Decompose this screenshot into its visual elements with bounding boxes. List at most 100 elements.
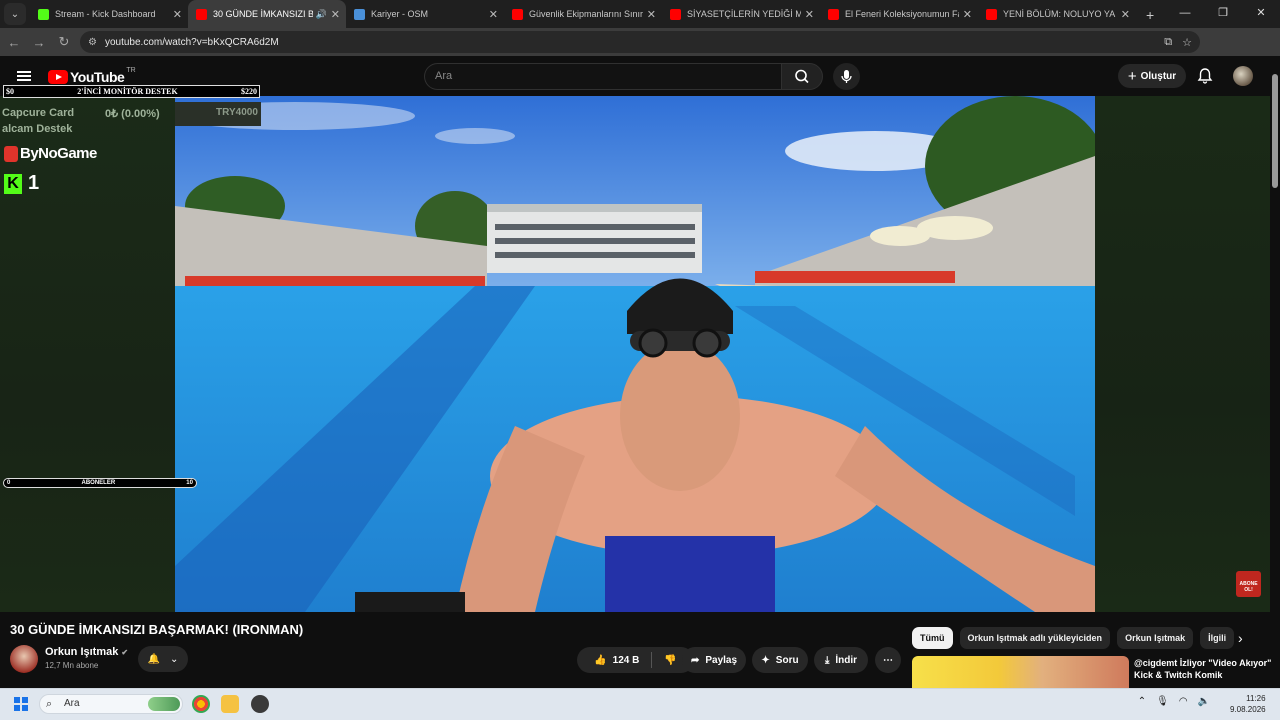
video-player[interactable] — [175, 96, 1095, 612]
capture-card-goal-label: Capcure Card — [2, 107, 75, 119]
address-bar[interactable]: ⚙ youtube.com/watch?v=bKxQCRA6d2M ⧉ ☆ — [80, 31, 1200, 53]
url-text: youtube.com/watch?v=bKxQCRA6d2M — [104, 36, 279, 48]
clock-date: 9.08.2026 — [1230, 705, 1266, 714]
kick-favicon-icon — [38, 8, 49, 20]
chevron-down-icon: ⌄ — [170, 653, 179, 665]
restore-icon[interactable]: ❐ — [1204, 0, 1242, 28]
create-button[interactable]: + Oluştur — [1118, 64, 1186, 88]
tab-title: El Feneri Koleksiyonumun Favori — [845, 9, 959, 19]
sponsor-logo: ByNoGame — [4, 145, 97, 162]
tab-search-menu-icon[interactable]: ⌄ — [4, 3, 26, 25]
chrome-icon[interactable] — [192, 695, 210, 713]
close-tab-icon[interactable]: ✕ — [173, 8, 182, 21]
page-scrollbar-thumb[interactable] — [1272, 74, 1278, 188]
close-tab-icon[interactable]: ✕ — [331, 8, 340, 21]
account-avatar[interactable] — [1233, 66, 1253, 86]
tab-title: Stream - Kick Dashboard — [55, 9, 156, 19]
reload-icon[interactable]: ↻ — [53, 34, 75, 50]
verified-badge-icon: ✔ — [121, 648, 129, 657]
subs-start: 0 — [7, 480, 11, 486]
video-frame-image — [175, 96, 1095, 612]
forward-arrow-icon[interactable]: → — [28, 35, 50, 50]
youtube-favicon-icon — [512, 8, 523, 20]
browser-tab-guvenlik[interactable]: Güvenlik Ekipmanlarını Sınırlandırma ✕ — [504, 0, 662, 28]
youtube-logo[interactable]: YouTube TR — [48, 66, 136, 85]
subscriber-goal-bar: 0 ABONELER 10 — [3, 478, 197, 488]
chip-related[interactable]: İlgili — [1200, 627, 1235, 649]
capture-card-goal-progress: 0₺ (0.00%) — [105, 108, 160, 120]
microphone-icon[interactable]: 🎙 — [1156, 696, 1169, 707]
bell-icon: 🔔 — [147, 653, 161, 665]
chevron-right-icon[interactable]: › — [1238, 630, 1243, 646]
search-input[interactable]: Ara — [424, 63, 782, 90]
close-tab-icon[interactable]: ✕ — [963, 8, 972, 21]
capture-card-goal-target: TRY4000 — [216, 107, 258, 118]
more-actions-button[interactable]: ⋯ — [875, 647, 901, 673]
goal-target-amount: $220 — [241, 87, 257, 96]
taskbar-search[interactable]: ⌕ Ara — [39, 694, 183, 714]
divider — [651, 652, 653, 668]
speaker-icon[interactable]: 🔊 — [316, 9, 327, 20]
alcam-support-label: alcam Destek — [2, 123, 73, 135]
volume-icon[interactable]: 🔈 — [1198, 696, 1210, 707]
browser-tab-kick[interactable]: Stream - Kick Dashboard ✕ — [30, 0, 188, 28]
plus-icon: + — [1127, 67, 1137, 85]
browser-tab-yeni-bolum[interactable]: YENİ BÖLÜM: NOLUYO YA ¿ VS ✕ — [978, 0, 1136, 28]
chip-from-uploader[interactable]: Orkun Işıtmak adlı yükleyiciden — [959, 627, 1111, 649]
channel-name[interactable]: Orkun Işıtmak ✔ — [45, 646, 128, 658]
taskbar-clock[interactable]: 11:26 9.08.2026 — [1230, 693, 1266, 715]
youtube-play-logo-icon — [48, 70, 68, 84]
bynogame-logo-icon — [4, 145, 18, 162]
file-explorer-icon[interactable] — [221, 695, 239, 713]
ask-button[interactable]: ✦ Soru — [752, 647, 808, 673]
voice-search-button[interactable] — [833, 63, 860, 90]
back-arrow-icon[interactable]: ← — [3, 35, 25, 50]
search-icon: ⌕ — [46, 698, 53, 710]
kick-count-value: 1 — [28, 172, 40, 194]
country-code: TR — [126, 66, 136, 74]
dislike-button[interactable]: 👎 — [664, 655, 676, 666]
recommended-video-thumbnail[interactable] — [912, 656, 1129, 688]
windows-start-icon[interactable] — [14, 697, 28, 711]
notifications-bell-icon[interactable] — [1197, 67, 1213, 85]
system-tray: ⌃ 🎙 ◠ 🔈 — [1138, 696, 1210, 707]
close-window-icon[interactable]: ✕ — [1242, 0, 1280, 28]
subs-label: ABONELER — [81, 480, 116, 486]
tab-title: YENİ BÖLÜM: NOLUYO YA ¿ VS — [1003, 9, 1117, 19]
browser-tab-elfeneri[interactable]: El Feneri Koleksiyonumun Favori ✕ — [820, 0, 978, 28]
obs-app-icon[interactable] — [251, 695, 269, 713]
browser-tab-osm[interactable]: Kariyer - OSM ✕ — [346, 0, 504, 28]
window-controls: — ❐ ✕ — [1166, 0, 1280, 28]
share-button[interactable]: ➦ Paylaş — [682, 647, 746, 673]
download-label: İndir — [835, 654, 858, 666]
browser-tab-youtube-active[interactable]: 30 GÜNDE İMKANSIZI BAŞARMAK! (IRONMAN) 🔊… — [188, 0, 346, 28]
search-button[interactable] — [781, 63, 823, 90]
chip-channel[interactable]: Orkun Işıtmak — [1117, 627, 1194, 649]
wifi-icon[interactable]: ◠ — [1179, 696, 1188, 707]
recommended-video-title[interactable]: @cigdemt İzliyor "Video Akıyor" Kick & T… — [1134, 657, 1274, 681]
chevron-up-icon[interactable]: ⌃ — [1138, 696, 1146, 707]
close-tab-icon[interactable]: ✕ — [805, 8, 814, 21]
search-icon — [795, 69, 809, 84]
subscription-bell-button[interactable]: 🔔 ⌄ — [138, 646, 188, 672]
youtube-favicon-icon — [196, 8, 207, 20]
download-button[interactable]: ⤓ İndir — [814, 647, 868, 673]
close-tab-icon[interactable]: ✕ — [647, 8, 656, 21]
youtube-favicon-icon — [828, 8, 839, 20]
sponsor-name: ByNoGame — [20, 145, 97, 162]
bookmark-star-icon[interactable]: ☆ — [1182, 36, 1192, 49]
channel-avatar[interactable] — [10, 645, 38, 673]
share-arrow-icon: ➦ — [690, 654, 700, 666]
close-tab-icon[interactable]: ✕ — [489, 8, 498, 21]
chip-all[interactable]: Tümü — [912, 627, 953, 649]
close-tab-icon[interactable]: ✕ — [1121, 8, 1130, 21]
hamburger-menu-icon[interactable] — [17, 71, 31, 81]
site-info-icon[interactable]: ⚙ — [88, 37, 97, 48]
install-app-icon[interactable]: ⧉ — [1164, 36, 1172, 49]
new-tab-plus-icon[interactable]: + — [1146, 7, 1154, 23]
minimize-icon[interactable]: — — [1166, 0, 1204, 28]
stream-overlay-right-panel — [1095, 96, 1270, 612]
browser-tab-strip: ⌄ Stream - Kick Dashboard ✕ 30 GÜNDE İMK… — [0, 0, 1280, 28]
browser-tab-siyaset[interactable]: SİYASETÇİLERİN YEDİĞİ MECLİS ✕ — [662, 0, 820, 28]
like-button[interactable]: 👍 124 B — [594, 655, 639, 666]
